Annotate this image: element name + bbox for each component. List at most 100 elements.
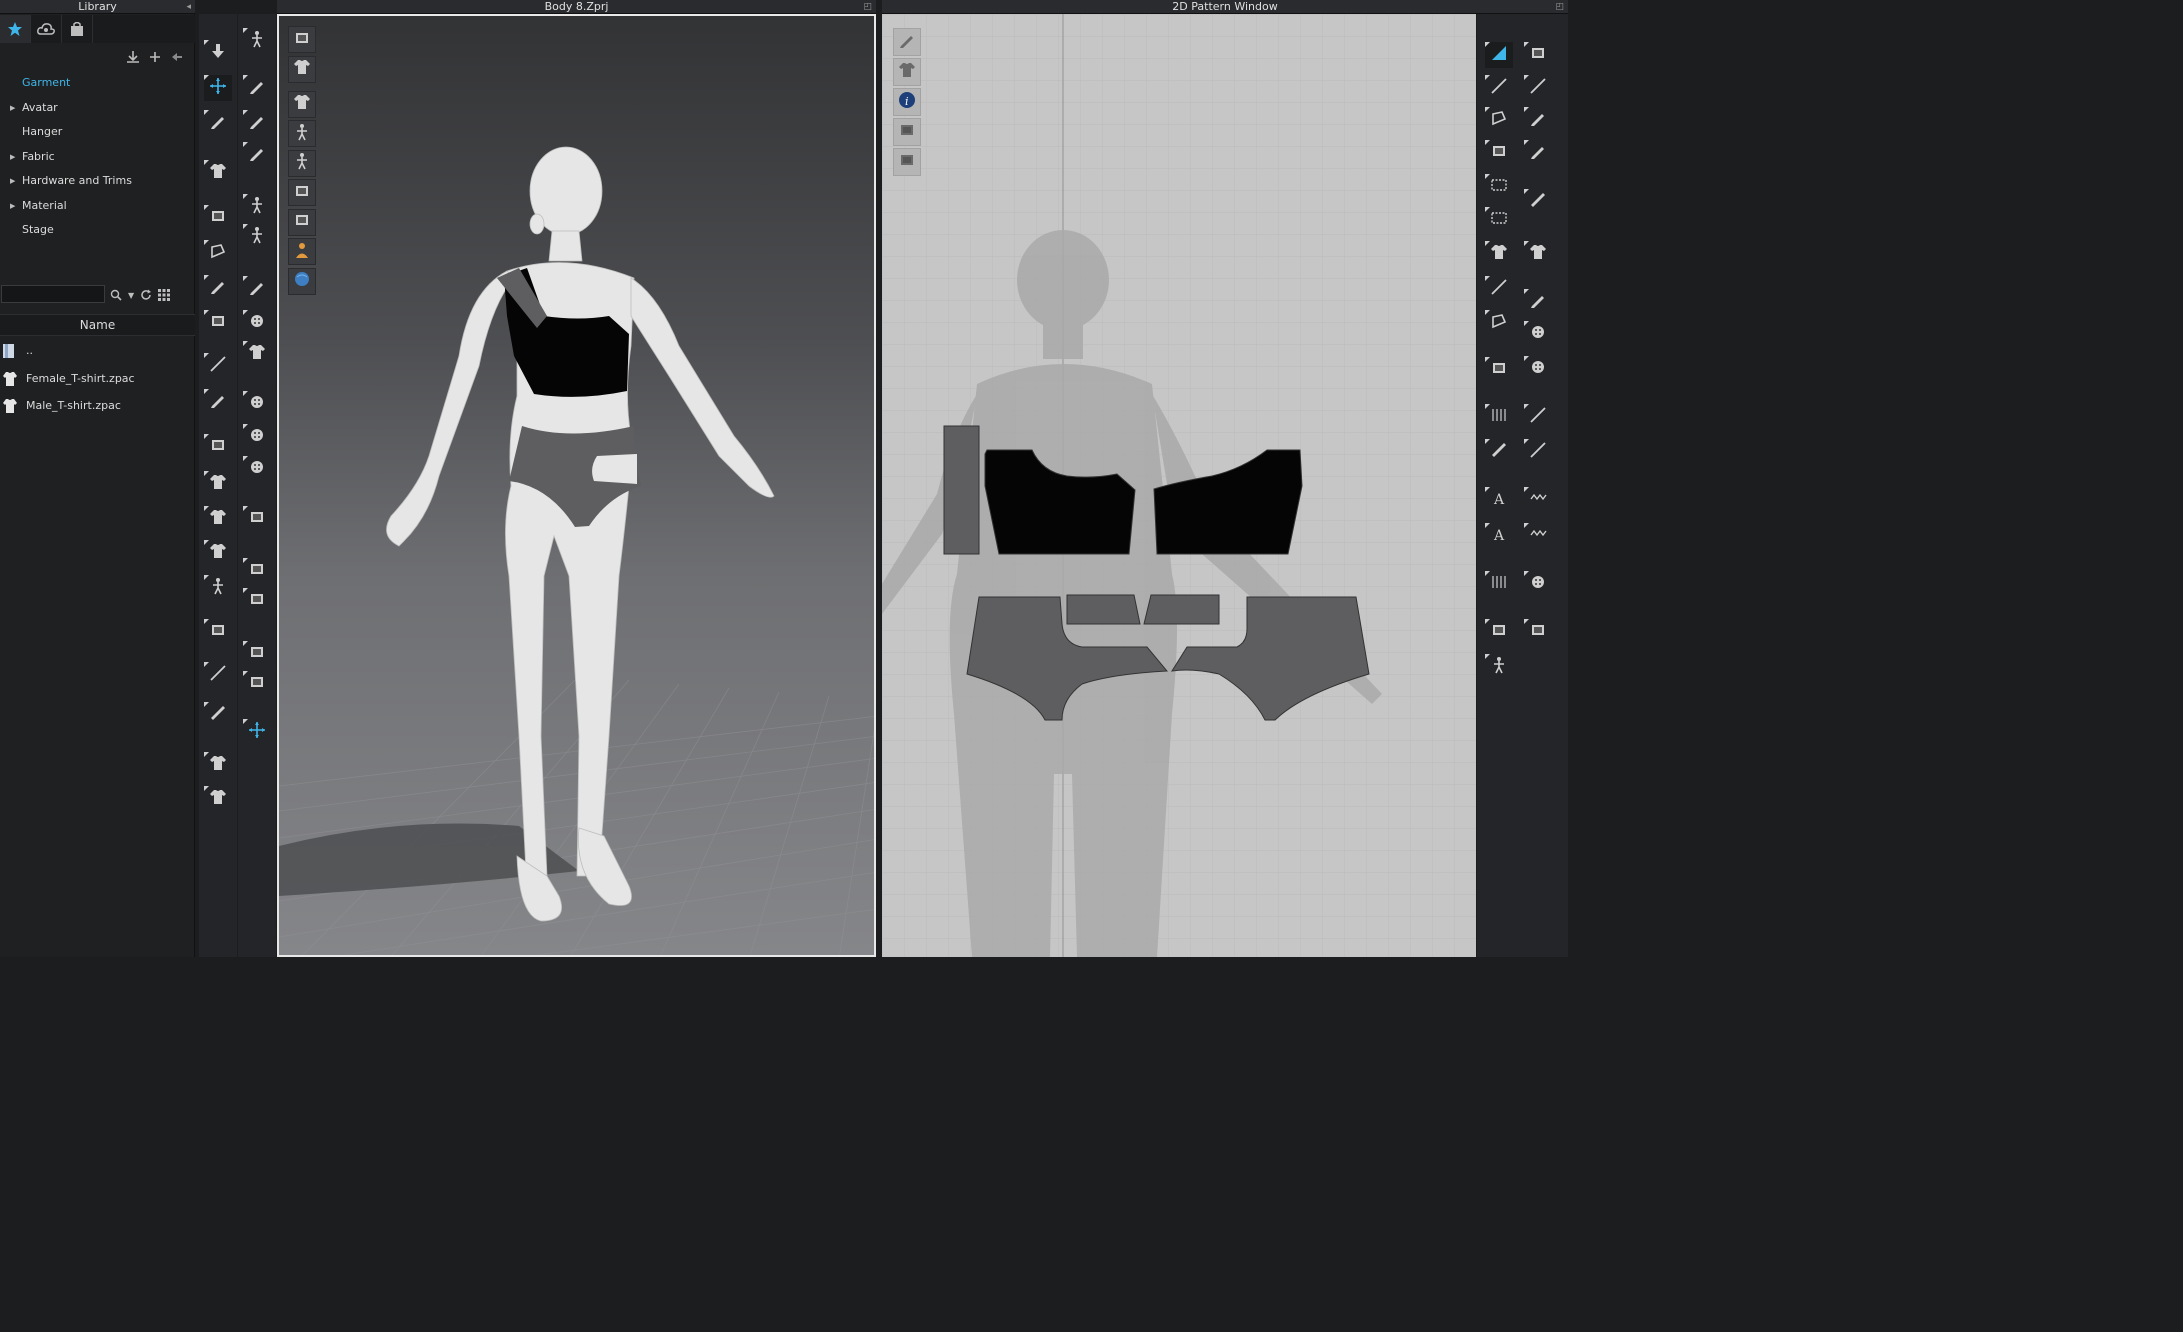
pattern-tool-R-zig-12[interactable] — [1524, 487, 1552, 513]
collapse-arrow-icon[interactable]: ◂ — [186, 1, 191, 14]
tree-item-hanger[interactable]: Hanger — [0, 123, 195, 148]
pattern-tool-R-ruler-5[interactable] — [1524, 189, 1552, 215]
pattern-display-toggle-1[interactable] — [893, 28, 921, 56]
tool-b-dots-11[interactable] — [243, 424, 271, 450]
cloud-tab[interactable] — [31, 15, 62, 43]
tool-b-dots-10[interactable] — [243, 391, 271, 417]
tool-pen-10[interactable] — [204, 389, 232, 415]
chevron-down-icon[interactable]: ▼ — [128, 291, 134, 300]
tool-line-9[interactable] — [204, 353, 232, 379]
pattern-tool-R-line-10[interactable] — [1524, 404, 1552, 430]
pattern-tool-R-line-2[interactable] — [1524, 75, 1552, 101]
pattern-tool-R-dots-9[interactable] — [1524, 356, 1552, 382]
tool-b-pen-4[interactable] — [243, 142, 271, 168]
pattern-tool-L-box-16[interactable] — [1485, 619, 1513, 645]
display-toggle-1[interactable] — [288, 26, 316, 53]
tool-pen-7[interactable] — [204, 275, 232, 301]
tool-b-figure-5[interactable] — [243, 194, 271, 220]
pattern-display-toggle-4[interactable] — [893, 118, 921, 146]
display-toggle-7[interactable] — [288, 208, 316, 236]
tool-b-box-17[interactable] — [243, 671, 271, 697]
pattern-tool-L-textA-13[interactable]: A — [1485, 487, 1513, 513]
pattern-display-toggle-2[interactable] — [893, 58, 921, 86]
expand-arrow-icon[interactable]: ▶ — [10, 148, 15, 166]
pattern-tool-L-poly-3[interactable] — [1485, 107, 1513, 133]
pattern-tool-R-pen-3[interactable] — [1524, 107, 1552, 133]
favorites-tab[interactable] — [0, 15, 31, 43]
file-row[interactable]: .. — [0, 340, 195, 368]
grid-view-icon[interactable] — [158, 286, 171, 305]
pattern-tool-L-shirt-7[interactable] — [1485, 241, 1513, 267]
pattern-tool-L-line-2[interactable] — [1485, 75, 1513, 101]
tool-b-shirt-9[interactable] — [243, 341, 271, 367]
tool-b-box-15[interactable] — [243, 588, 271, 614]
tool-pen-3[interactable] — [204, 110, 232, 136]
tool-shirt-19[interactable] — [204, 752, 232, 778]
pattern-tool-R-box-1[interactable] — [1524, 42, 1552, 68]
tree-item-stage[interactable]: Stage — [0, 221, 195, 246]
library-search-input[interactable] — [1, 285, 105, 303]
tree-item-hardware-and-trims[interactable]: ▶ Hardware and Trims — [0, 172, 195, 197]
pattern-display-toggle-3[interactable]: i — [893, 88, 921, 116]
tool-b-pen-2[interactable] — [243, 75, 271, 101]
tool-box-16[interactable] — [204, 619, 232, 645]
display-toggle-4[interactable] — [288, 120, 316, 147]
tool-box-8[interactable] — [204, 310, 232, 336]
file-row[interactable]: Male_T-shirt.zpac — [0, 395, 195, 423]
tool-shirt-13[interactable] — [204, 506, 232, 532]
store-tab[interactable] — [62, 15, 93, 43]
name-column-header[interactable]: Name — [0, 314, 195, 336]
tool-b-box-13[interactable] — [243, 506, 271, 532]
pattern-tool-L-ruler-12[interactable] — [1485, 439, 1513, 465]
pattern-tool-L-line-8[interactable] — [1485, 276, 1513, 302]
tool-shirt-4[interactable] — [204, 160, 232, 186]
tool-b-move-18[interactable] — [243, 719, 271, 745]
tool-shirt-14[interactable] — [204, 540, 232, 566]
display-toggle-3[interactable] — [288, 90, 316, 118]
tool-b-box-14[interactable] — [243, 558, 271, 584]
pattern-tool-R-zig-13[interactable] — [1524, 523, 1552, 549]
pattern-tool-L-textA-14[interactable]: A — [1485, 523, 1513, 549]
back-icon[interactable] — [170, 50, 184, 64]
tool-b-dots-8[interactable] — [243, 310, 271, 336]
tree-item-avatar[interactable]: ▶ Avatar — [0, 99, 195, 124]
pattern-tool-R-line-11[interactable] — [1524, 439, 1552, 465]
display-toggle-5[interactable] — [288, 149, 316, 177]
tool-move-2[interactable] — [204, 75, 232, 101]
pattern-tool-L-rectsel-5[interactable] — [1485, 174, 1513, 200]
tool-shirt-20[interactable] — [204, 786, 232, 812]
tree-item-fabric[interactable]: ▶ Fabric — [0, 148, 195, 173]
pattern-tool-R-dots-14[interactable] — [1524, 571, 1552, 597]
tool-shirt-12[interactable] — [204, 471, 232, 497]
pattern-tool-R-dots-8[interactable] — [1524, 321, 1552, 347]
pattern-tool-L-bars-15[interactable] — [1485, 571, 1513, 597]
maximize-2d-icon[interactable]: ◰ — [1555, 1, 1564, 14]
tree-item-garment[interactable]: Garment — [0, 74, 195, 99]
pattern-tool-L-box-4[interactable] — [1485, 140, 1513, 166]
tool-figure-15[interactable] — [204, 575, 232, 601]
download-icon[interactable] — [126, 50, 140, 64]
pattern-tool-L-bars-11[interactable] — [1485, 404, 1513, 430]
tool-line-17[interactable] — [204, 662, 232, 688]
maximize-icon[interactable]: ◰ — [863, 1, 872, 14]
tool-b-figure-1[interactable] — [243, 28, 271, 54]
add-icon[interactable] — [148, 50, 162, 64]
pattern-display-toggle-5[interactable] — [893, 148, 921, 176]
pattern-tool-L-poly-9[interactable] — [1485, 310, 1513, 336]
tool-b-box-16[interactable] — [243, 641, 271, 667]
tool-arrow-1[interactable] — [204, 40, 232, 66]
tool-box-11[interactable] — [204, 434, 232, 460]
pattern-tool-L-box-10[interactable] — [1485, 357, 1513, 383]
display-toggle-9[interactable] — [288, 267, 316, 295]
tool-poly-6[interactable] — [204, 240, 232, 266]
pattern-window-2d[interactable] — [882, 14, 1476, 957]
refresh-icon[interactable] — [140, 286, 152, 305]
display-toggle-2[interactable] — [288, 55, 316, 83]
pattern-tool-L-rectsel-6[interactable] — [1485, 207, 1513, 233]
pattern-tool-L-line-1[interactable] — [1485, 42, 1513, 68]
file-row[interactable]: Female_T-shirt.zpac — [0, 368, 195, 396]
expand-arrow-icon[interactable]: ▶ — [10, 197, 15, 215]
tool-box-5[interactable] — [204, 205, 232, 231]
tool-ruler-18[interactable] — [204, 702, 232, 728]
viewport-3d[interactable] — [277, 14, 876, 957]
